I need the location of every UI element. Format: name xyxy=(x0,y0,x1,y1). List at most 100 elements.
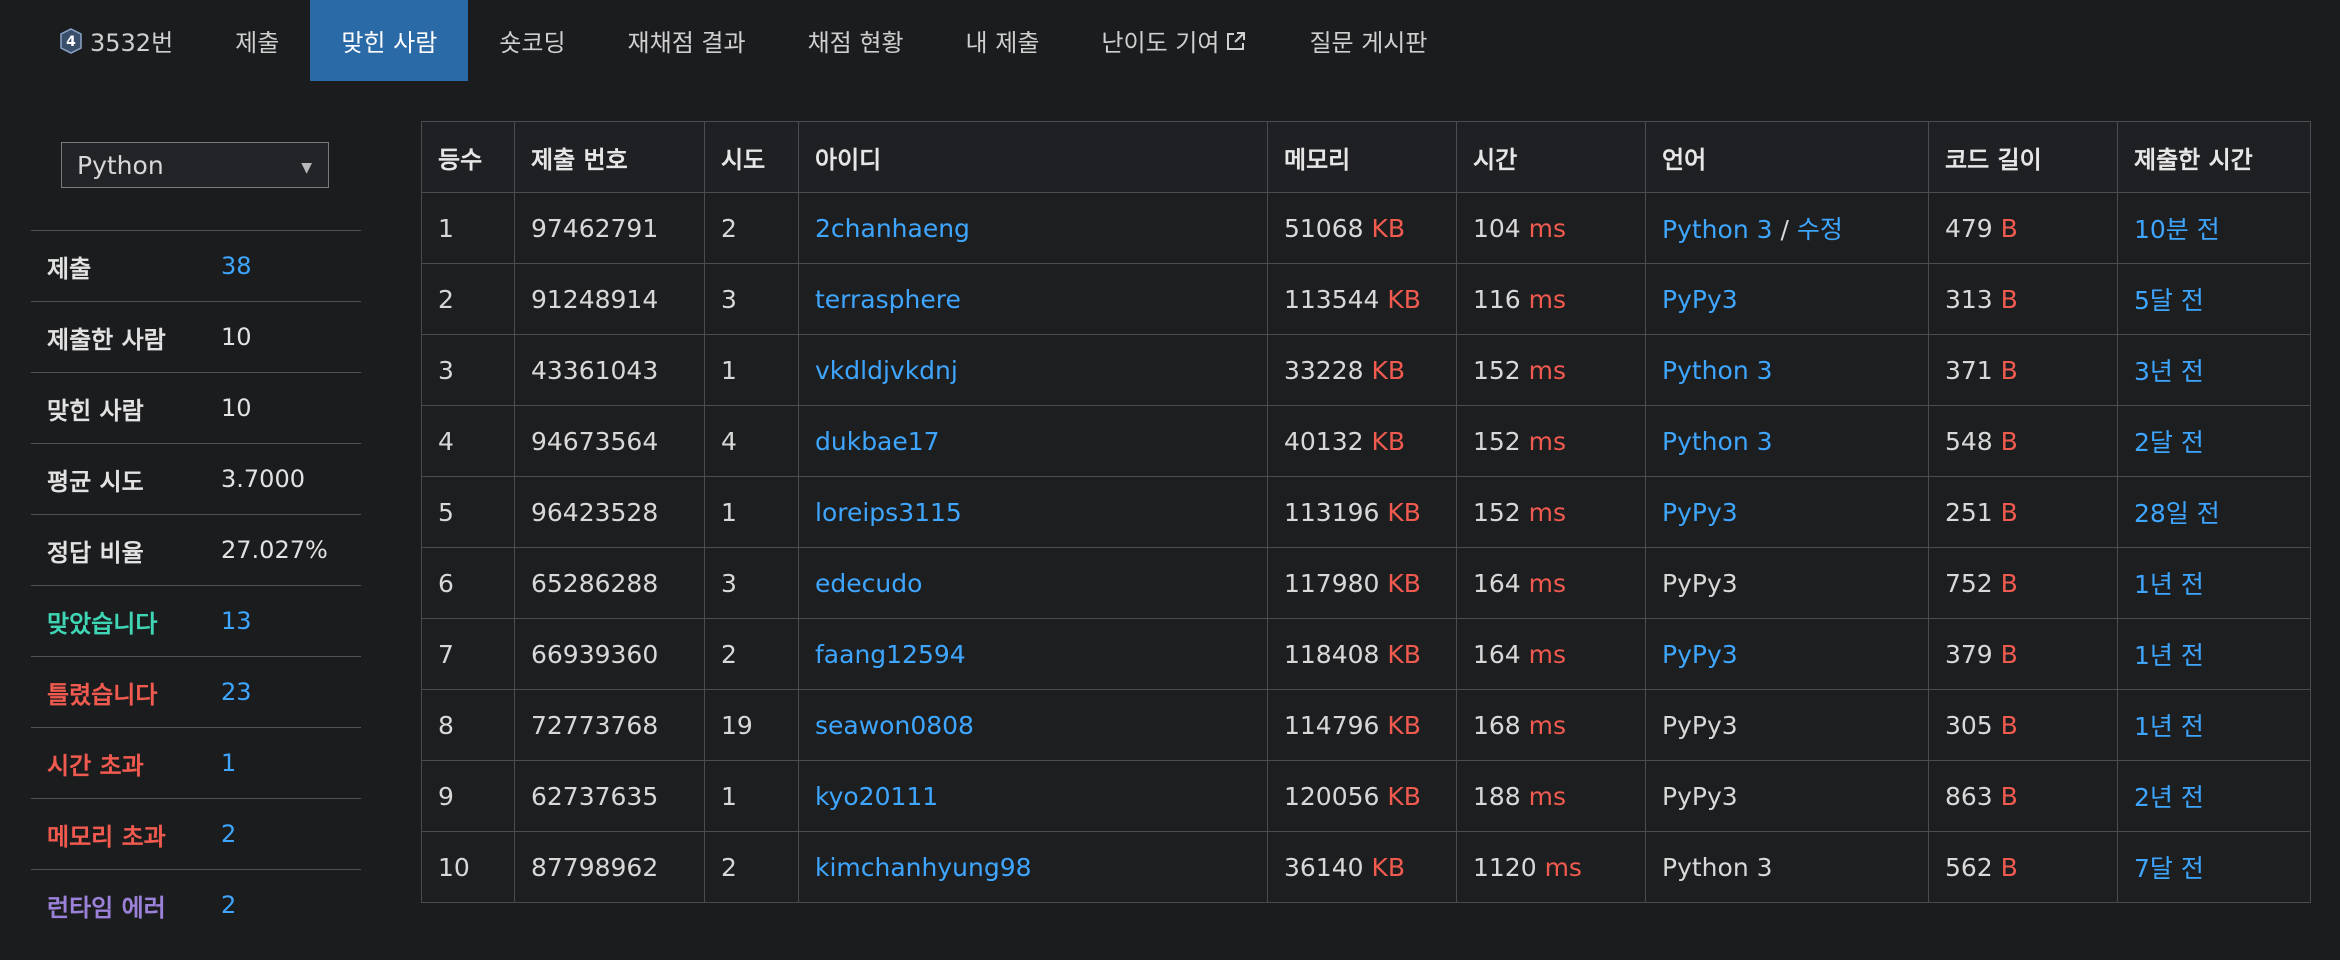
submitted-cell: 3년 전 xyxy=(2117,334,2311,406)
submitted-time-link[interactable]: 28일 전 xyxy=(2134,499,2220,528)
code-length-cell: 371 B xyxy=(1928,334,2118,406)
user-link[interactable]: loreips3115 xyxy=(815,498,962,527)
nav-question-board[interactable]: 질문 게시판 xyxy=(1278,0,1458,81)
submitted-cell: 2년 전 xyxy=(2117,760,2311,832)
code-length-cell: 251 B xyxy=(1928,476,2118,548)
stat-runtime-error-link[interactable]: 2 xyxy=(221,891,236,919)
language-link[interactable]: Python 3 xyxy=(1662,215,1773,244)
memory-cell: 40132 KB xyxy=(1267,405,1457,477)
tier-badge-icon: 4 xyxy=(60,27,82,54)
language-text: PyPy3 xyxy=(1662,710,1738,740)
time-unit: ms xyxy=(1528,213,1567,243)
nav-status[interactable]: 채점 현황 xyxy=(777,0,935,81)
time-value: 168 xyxy=(1473,710,1521,740)
sidebar: Python ▼ 제출 38 제출한 사람 10 맞힌 사람 10 평균 시도 … xyxy=(31,142,361,940)
edit-link[interactable]: 수정 xyxy=(1797,215,1843,244)
user-link[interactable]: edecudo xyxy=(815,569,922,598)
stat-row: 런타임 에러 2 xyxy=(31,870,361,940)
nav-my-submissions[interactable]: 내 제출 xyxy=(935,0,1071,81)
nav-rejudge-results[interactable]: 재채점 결과 xyxy=(597,0,777,81)
stat-value: 27.027% xyxy=(221,536,328,564)
time-value: 164 xyxy=(1473,639,1521,669)
submission-id-cell: 94673564 xyxy=(514,405,705,477)
user-link[interactable]: faang12594 xyxy=(815,640,966,669)
memory-cell: 118408 KB xyxy=(1267,618,1457,690)
length-value: 371 xyxy=(1945,355,1993,385)
col-header-submitted: 제출한 시간 xyxy=(2117,121,2311,193)
nav-accepted-users[interactable]: 맞힌 사람 xyxy=(310,0,469,81)
table-row: 2 91248914 3 terrasphere 113544 KB 116 m… xyxy=(421,263,2311,335)
time-value: 164 xyxy=(1473,568,1521,598)
submitted-time-link[interactable]: 2달 전 xyxy=(2134,428,2204,457)
memory-value: 120056 xyxy=(1284,781,1380,811)
language-link[interactable]: PyPy3 xyxy=(1662,640,1738,669)
memory-cell: 117980 KB xyxy=(1267,547,1457,619)
submitted-time-link[interactable]: 1년 전 xyxy=(2134,570,2204,599)
submission-id-cell: 87798962 xyxy=(514,831,705,903)
stat-row: 시간 초과 1 xyxy=(31,728,361,799)
stat-value: 10 xyxy=(221,323,252,351)
language-select[interactable]: Python ▼ xyxy=(61,142,329,188)
time-cell: 152 ms xyxy=(1456,476,1646,548)
user-cell: seawon0808 xyxy=(798,689,1268,761)
user-link[interactable]: kyo20111 xyxy=(815,782,938,811)
submitted-cell: 2달 전 xyxy=(2117,405,2311,477)
language-link[interactable]: PyPy3 xyxy=(1662,498,1738,527)
memory-cell: 33228 KB xyxy=(1267,334,1457,406)
language-link[interactable]: Python 3 xyxy=(1662,356,1773,385)
stat-submissions-link[interactable]: 38 xyxy=(221,252,252,280)
nav-problem-number[interactable]: 4 3532번 xyxy=(0,0,204,81)
stat-wrong-link[interactable]: 23 xyxy=(221,678,252,706)
table-row: 4 94673564 4 dukbae17 40132 KB 152 ms Py… xyxy=(421,405,2311,477)
memory-cell: 113544 KB xyxy=(1267,263,1457,335)
user-cell: kimchanhyung98 xyxy=(798,831,1268,903)
nav-difficulty-contribution[interactable]: 난이도 기여 xyxy=(1070,0,1278,81)
submitted-time-link[interactable]: 2년 전 xyxy=(2134,783,2204,812)
time-cell: 104 ms xyxy=(1456,192,1646,264)
user-link[interactable]: dukbae17 xyxy=(815,427,940,456)
stat-row: 평균 시도 3.7000 xyxy=(31,444,361,515)
language-cell: PyPy3 xyxy=(1645,689,1929,761)
language-cell: Python 3 / 수정 xyxy=(1645,192,1929,264)
length-value: 548 xyxy=(1945,426,1993,456)
rank-cell: 9 xyxy=(421,760,515,832)
col-header-submission: 제출 번호 xyxy=(514,121,705,193)
length-value: 313 xyxy=(1945,284,1993,314)
memory-value: 118408 xyxy=(1284,639,1380,669)
memory-cell: 113196 KB xyxy=(1267,476,1457,548)
submitted-time-link[interactable]: 10분 전 xyxy=(2134,215,2220,244)
length-value: 752 xyxy=(1945,568,1993,598)
submitted-time-link[interactable]: 1년 전 xyxy=(2134,641,2204,670)
user-link[interactable]: kimchanhyung98 xyxy=(815,853,1032,882)
stat-accepted-link[interactable]: 13 xyxy=(221,607,252,635)
user-link[interactable]: vkdldjvkdnj xyxy=(815,356,958,385)
user-link[interactable]: 2chanhaeng xyxy=(815,214,970,243)
user-link[interactable]: terrasphere xyxy=(815,285,961,314)
stat-time-limit-link[interactable]: 1 xyxy=(221,749,236,777)
submitted-time-link[interactable]: 7달 전 xyxy=(2134,854,2204,883)
stat-label: 제출 xyxy=(47,254,92,283)
stat-memory-limit-link[interactable]: 2 xyxy=(221,820,236,848)
tries-cell: 1 xyxy=(704,334,799,406)
submitted-time-link[interactable]: 5달 전 xyxy=(2134,286,2204,315)
language-cell: PyPy3 xyxy=(1645,476,1929,548)
col-header-user: 아이디 xyxy=(798,121,1268,193)
nav-short-coding[interactable]: 숏코딩 xyxy=(468,0,596,81)
submitted-time-link[interactable]: 3년 전 xyxy=(2134,357,2204,386)
length-value: 305 xyxy=(1945,710,1993,740)
user-link[interactable]: seawon0808 xyxy=(815,711,974,740)
table-row: 6 65286288 3 edecudo 117980 KB 164 ms Py… xyxy=(421,547,2311,619)
rank-cell: 10 xyxy=(421,831,515,903)
submitted-time-link[interactable]: 1년 전 xyxy=(2134,712,2204,741)
memory-unit: KB xyxy=(1387,568,1421,598)
language-link[interactable]: Python 3 xyxy=(1662,427,1773,456)
rank-cell: 1 xyxy=(421,192,515,264)
language-link[interactable]: PyPy3 xyxy=(1662,285,1738,314)
rank-cell: 4 xyxy=(421,405,515,477)
stat-label-memory-limit: 메모리 초과 xyxy=(47,822,166,851)
nav-submit[interactable]: 제출 xyxy=(204,0,310,81)
tries-cell: 3 xyxy=(704,263,799,335)
language-text: Python 3 xyxy=(1662,852,1773,882)
user-cell: vkdldjvkdnj xyxy=(798,334,1268,406)
time-cell: 1120 ms xyxy=(1456,831,1646,903)
